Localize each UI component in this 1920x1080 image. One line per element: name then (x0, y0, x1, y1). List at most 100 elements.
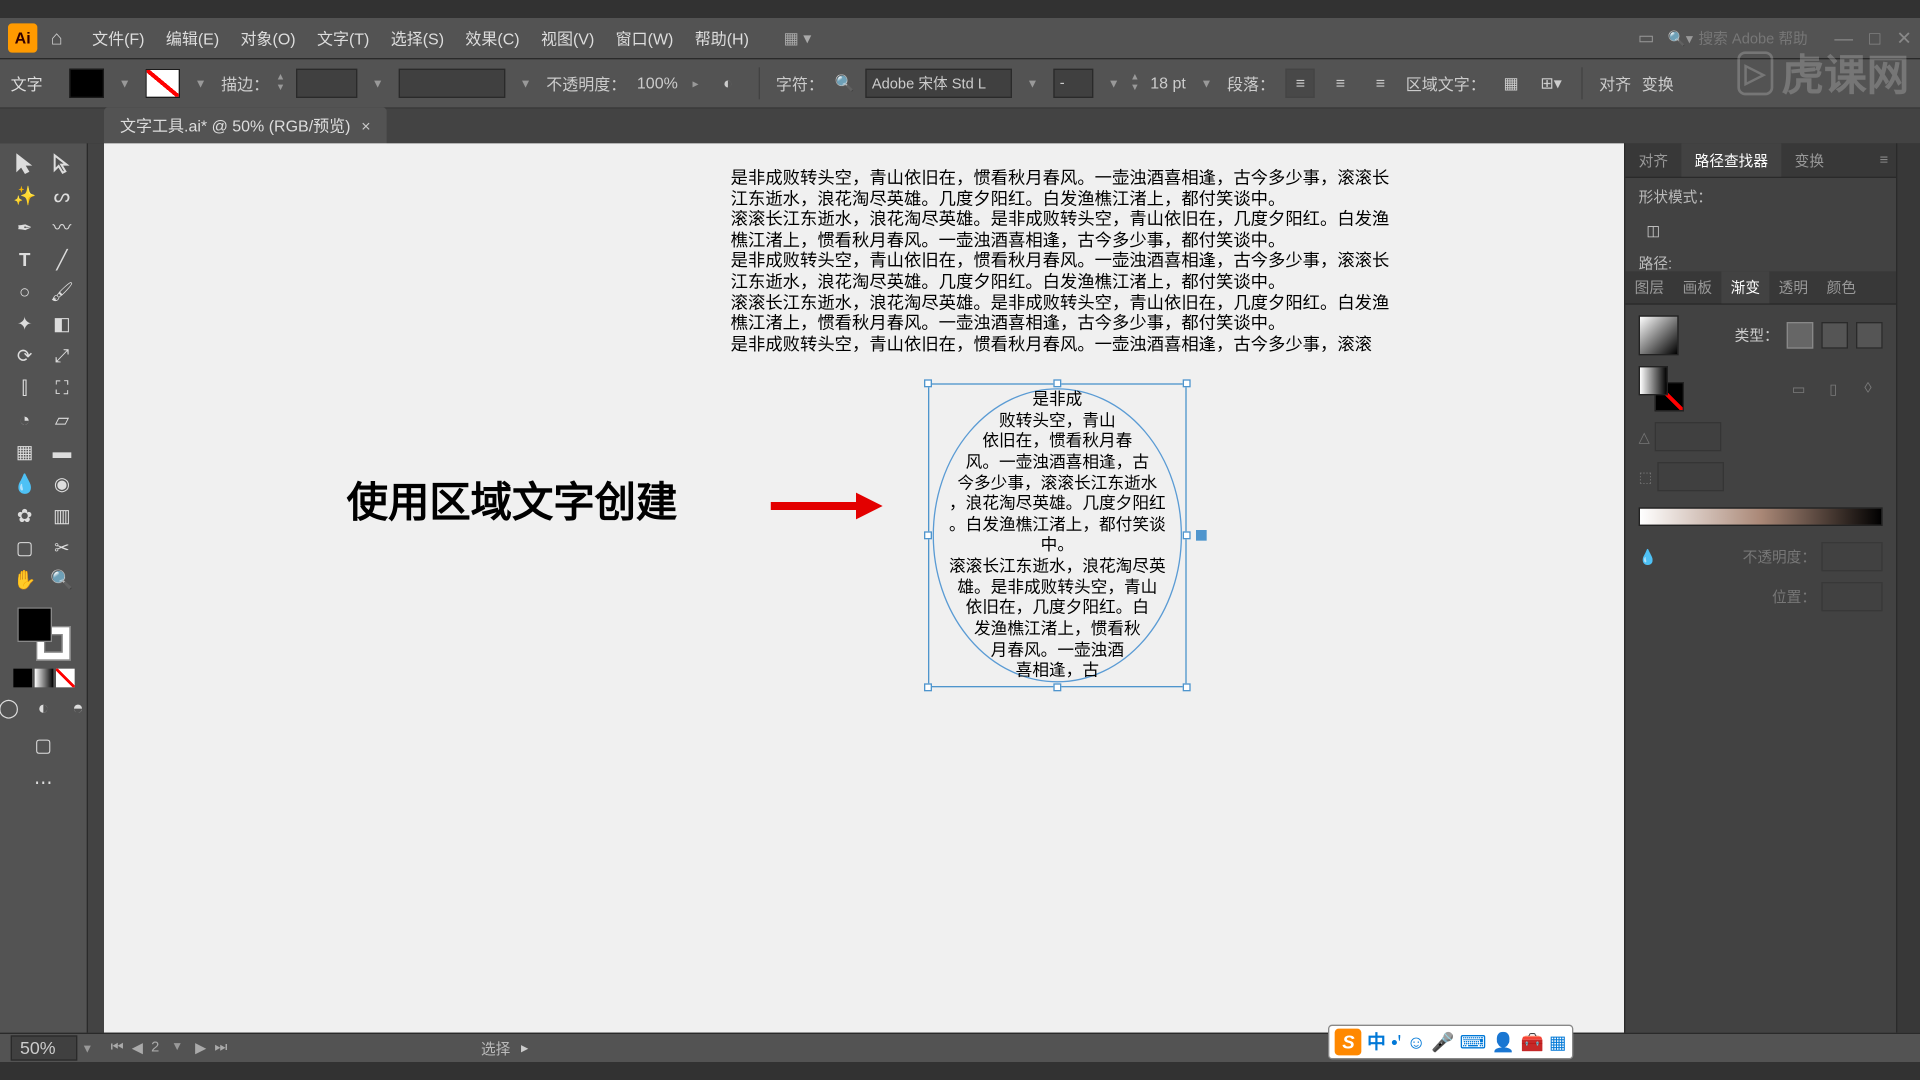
stroke-grad-across-icon[interactable]: ▯ (1819, 374, 1848, 403)
chip-none[interactable] (55, 669, 74, 688)
status-menu-icon[interactable]: ▸ (521, 1039, 528, 1056)
handle-tc[interactable] (1053, 379, 1061, 387)
font-size-value[interactable]: 18 pt (1150, 74, 1186, 93)
artboard-tool[interactable]: ▢ (9, 533, 41, 562)
menu-type[interactable]: 文字(T) (306, 27, 380, 50)
line-tool[interactable]: ╱ (46, 245, 78, 274)
text-frame[interactable]: 是非成败转头空，青山依旧在，惯看秋月春风。一壶浊酒喜相逢，古今多少事，滚滚长江东… (731, 167, 1403, 354)
eyedropper-icon[interactable]: 💧 (1639, 548, 1657, 565)
tab-artboards[interactable]: 画板 (1673, 271, 1721, 303)
search-box[interactable]: 🔍▾ 搜索 Adobe 帮助 (1668, 27, 1808, 48)
gradient-radial-icon[interactable] (1821, 322, 1848, 349)
align-left-icon[interactable]: ≡ (1286, 69, 1315, 98)
mesh-tool[interactable]: ▦ (9, 437, 41, 466)
gradient-ramp[interactable] (1639, 507, 1883, 526)
grad-opacity-input[interactable] (1821, 542, 1882, 571)
direct-selection-tool[interactable] (46, 149, 78, 178)
handle-tr[interactable] (1183, 379, 1191, 387)
align-center-icon[interactable]: ≡ (1326, 69, 1355, 98)
opacity-dd[interactable]: ▸ (689, 76, 703, 91)
stroke-grad-within-icon[interactable]: ◊ (1853, 374, 1882, 403)
nav-first-icon[interactable]: ⏮ (111, 1039, 124, 1056)
handle-bl[interactable] (924, 683, 932, 691)
gradient-freeform-icon[interactable] (1856, 322, 1883, 349)
transform-link[interactable]: 变换 (1642, 72, 1674, 95)
menu-select[interactable]: 选择(S) (380, 27, 455, 50)
panel-menu-icon[interactable]: ≡ (1871, 152, 1896, 168)
handle-bc[interactable] (1053, 683, 1061, 691)
font-dd[interactable]: ▼ (1023, 77, 1043, 90)
stroke-profile-input[interactable] (398, 69, 505, 98)
zoom-input[interactable] (11, 1035, 78, 1060)
menu-object[interactable]: 对象(O) (230, 27, 306, 50)
font-size-dd[interactable]: ▼ (1196, 77, 1216, 90)
area-type-frame[interactable]: 是非成 败转头空，青山 依旧在，惯看秋月春 风。一壶浊酒喜相逢，古 今多少事，滚… (928, 383, 1187, 687)
menu-help[interactable]: 帮助(H) (684, 27, 760, 50)
stroke-weight-input[interactable] (296, 69, 357, 98)
home-icon[interactable]: ⌂ (51, 27, 63, 50)
tab-layers[interactable]: 图层 (1625, 271, 1673, 303)
ime-voice-icon[interactable]: 🎤 (1431, 1031, 1454, 1054)
shaper-tool[interactable]: ✦ (9, 309, 41, 338)
tab-pathfinder[interactable]: 路径查找器 (1681, 143, 1781, 176)
magic-wand-tool[interactable]: ✨ (9, 181, 41, 210)
fill-stroke-control[interactable] (17, 607, 70, 660)
ime-mode[interactable]: 中 (1367, 1029, 1386, 1056)
menu-edit[interactable]: 编辑(E) (155, 27, 230, 50)
align-right-icon[interactable]: ≡ (1366, 69, 1395, 98)
pathfinder-unite-icon[interactable]: ◫ (1639, 215, 1668, 244)
slice-tool[interactable]: ✂ (46, 533, 78, 562)
gradient-preview-swatch[interactable] (1639, 315, 1679, 355)
close-tab-icon[interactable]: × (361, 116, 370, 135)
window-min-icon[interactable]: — (1834, 27, 1853, 50)
font-style-dd[interactable]: ▼ (1104, 77, 1124, 90)
window-max-icon[interactable]: □ (1869, 27, 1880, 50)
tab-transparency[interactable]: 透明 (1769, 271, 1817, 303)
shape-builder-tool[interactable]: ◔ (9, 405, 41, 434)
nav-next-icon[interactable]: ▶ (195, 1039, 206, 1056)
arrange-docs-icon[interactable]: ▦ ▾ (784, 29, 812, 48)
ime-sogou-icon[interactable]: S (1335, 1029, 1362, 1056)
hand-tool[interactable]: ✋ (9, 565, 41, 594)
text-thread-out-port[interactable] (1196, 530, 1207, 541)
ime-login-icon[interactable]: 👤 (1492, 1031, 1515, 1054)
handle-mr[interactable] (1183, 531, 1191, 539)
perspective-tool[interactable]: ▱ (46, 405, 78, 434)
area-type-options-icon[interactable]: ▦ (1496, 69, 1525, 98)
gradient-aspect-input[interactable] (1658, 462, 1725, 491)
chip-color[interactable] (13, 669, 32, 688)
document-tab[interactable]: 文字工具.ai* @ 50% (RGB/预览) × (104, 107, 387, 143)
align-link[interactable]: 对齐 (1599, 72, 1631, 95)
collapsed-panel-bar[interactable] (88, 143, 104, 1032)
tab-color[interactable]: 颜色 (1817, 271, 1865, 303)
gradient-fillstroke[interactable] (1639, 366, 1684, 411)
ime-skin-icon[interactable]: ▦ (1549, 1031, 1567, 1054)
edit-toolbar-icon[interactable]: ⋯ (27, 767, 59, 796)
ime-emoji-icon[interactable]: ☺ (1407, 1031, 1426, 1052)
chip-gradient[interactable] (34, 669, 53, 688)
fill-dropdown-icon[interactable]: ▼ (115, 77, 135, 90)
menu-effect[interactable]: 效果(C) (455, 27, 531, 50)
font-input[interactable] (865, 69, 1012, 98)
stroke-stepper[interactable]: ▲▼ (276, 73, 285, 94)
canvas[interactable]: 是非成败转头空，青山依旧在，惯看秋月春风。一壶浊酒喜相逢，古今多少事，滚滚长江东… (104, 143, 1624, 1032)
menu-window[interactable]: 窗口(W) (605, 27, 684, 50)
stroke-dropdown-icon[interactable]: ▼ (191, 77, 211, 90)
lasso-tool[interactable]: ᔕ (46, 181, 78, 210)
ime-punct-icon[interactable]: •ꞌ (1391, 1031, 1401, 1052)
ime-keyboard-icon[interactable]: ⌨ (1460, 1031, 1487, 1054)
screen-mode-icon[interactable]: ▢ (27, 730, 59, 759)
type-tool[interactable]: T (9, 245, 41, 274)
graph-tool[interactable]: ▥ (46, 501, 78, 530)
draw-normal-icon[interactable]: ◯ (0, 693, 25, 722)
zoom-tool[interactable]: 🔍 (46, 565, 78, 594)
nav-last-icon[interactable]: ⏭ (214, 1039, 227, 1056)
stroke-grad-along-icon[interactable]: ▭ (1784, 374, 1813, 403)
grad-position-input[interactable] (1821, 582, 1882, 611)
area-type-cols-icon[interactable]: ⊞▾ (1536, 69, 1565, 98)
font-search-icon[interactable]: 🔍 (835, 74, 855, 93)
paintbrush-tool[interactable]: 🖌 (46, 277, 78, 306)
gradient-tool[interactable]: ▬ (46, 437, 78, 466)
blend-tool[interactable]: ◉ (46, 469, 78, 498)
right-collapse-strip[interactable] (1896, 143, 1920, 1032)
